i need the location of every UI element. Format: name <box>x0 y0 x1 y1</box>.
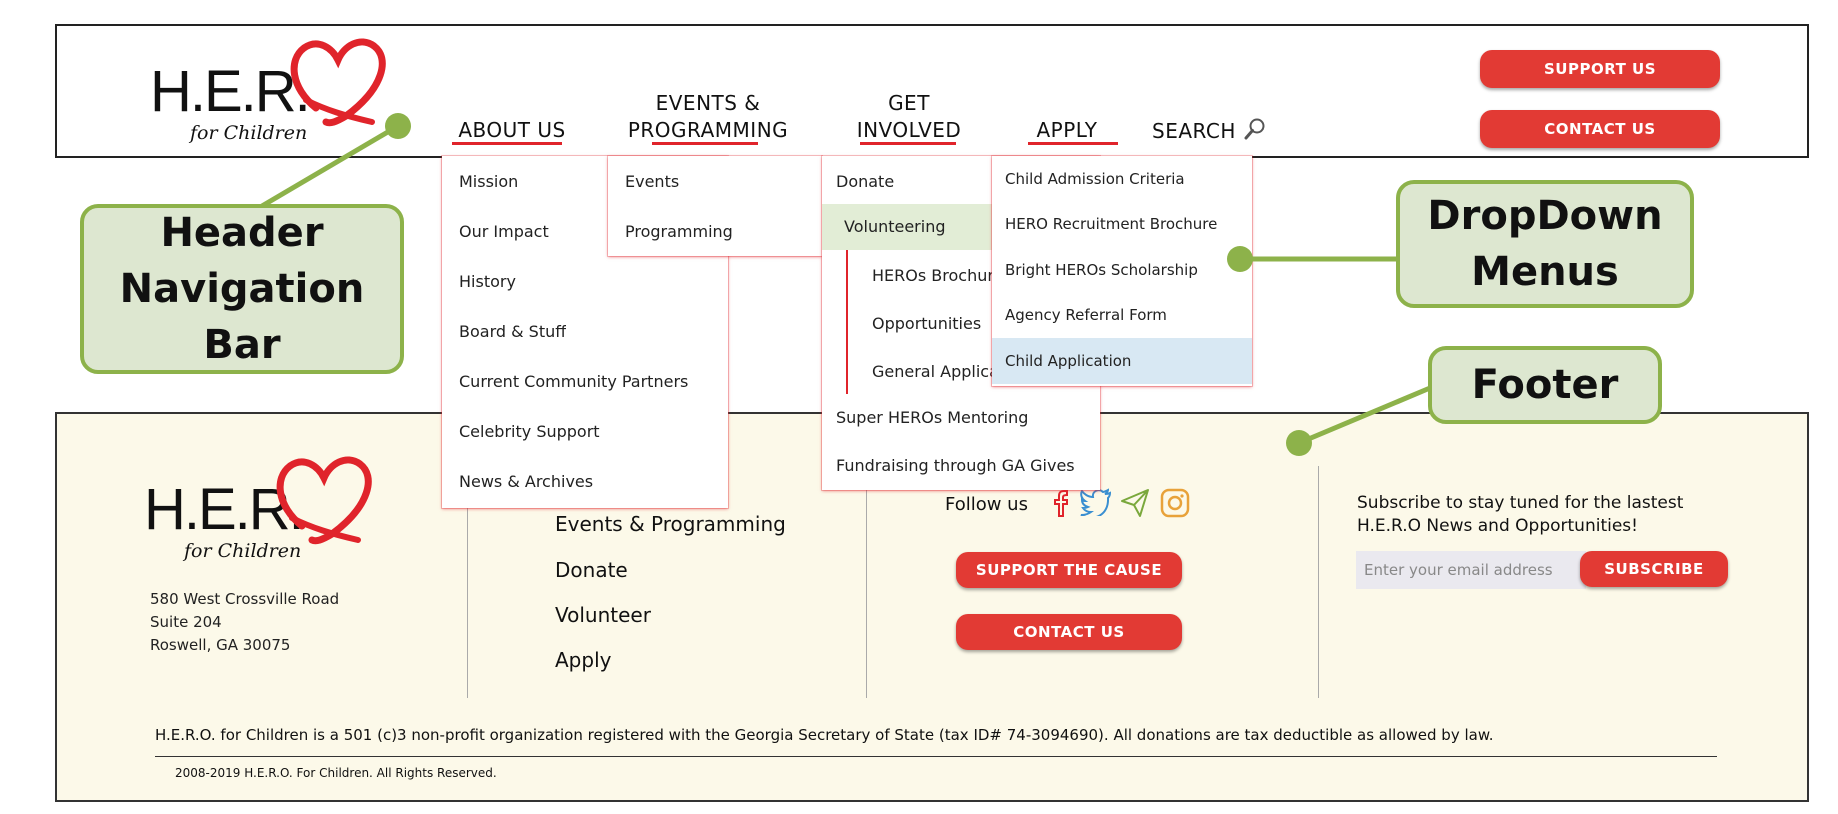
annotation-dot <box>1286 430 1312 456</box>
callout-dropdown-menus: DropDown Menus <box>1396 180 1694 308</box>
annotation-dot <box>1227 246 1253 272</box>
callout-footer: Footer <box>1428 346 1662 424</box>
callout-header-navigation-bar: Header Navigation Bar <box>80 204 404 374</box>
annotation-dot <box>385 113 411 139</box>
